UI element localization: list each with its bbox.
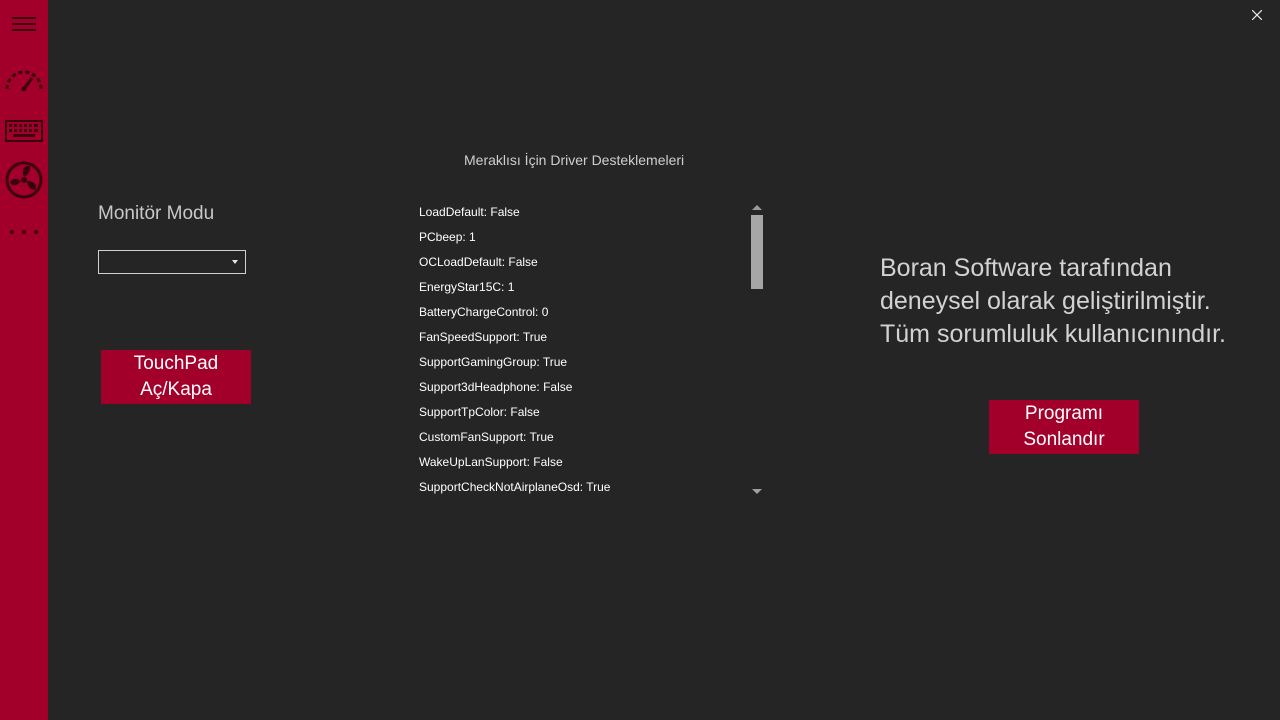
- keyboard-button[interactable]: [0, 111, 48, 151]
- performance-button[interactable]: [0, 60, 48, 100]
- list-item: Support3dHeadphone: False: [419, 380, 573, 394]
- list-item: WakeUpLanSupport: False: [419, 455, 563, 469]
- close-icon: [1252, 10, 1262, 20]
- chevron-down-icon: [232, 260, 238, 264]
- close-button[interactable]: [1248, 6, 1266, 24]
- more-button[interactable]: [0, 212, 48, 252]
- touchpad-button-line1: TouchPad: [133, 353, 219, 374]
- list-item: OCLoadDefault: False: [419, 255, 538, 269]
- list-item: SupportCheckNotAirplaneOsd: True: [419, 480, 611, 494]
- keyboard-icon: [5, 120, 43, 142]
- list-item: CustomFanSupport: True: [419, 430, 554, 444]
- hamburger-menu-icon: [12, 17, 36, 31]
- list-item: FanSpeedSupport: True: [419, 330, 548, 344]
- monitor-mode-label: Monitör Modu: [98, 203, 215, 224]
- app-window: Monitör Modu TouchPad Aç/Kapa Meraklısı …: [0, 0, 1280, 720]
- end-program-button[interactable]: Programı Sonlandır: [989, 400, 1139, 454]
- touchpad-button-line2: Aç/Kapa: [140, 379, 212, 400]
- list-item: LoadDefault: False: [419, 205, 520, 219]
- list-item: SupportTpColor: False: [419, 405, 540, 419]
- touchpad-toggle-button[interactable]: TouchPad Aç/Kapa: [101, 350, 251, 404]
- list-item: PCbeep: 1: [419, 230, 476, 244]
- monitor-mode-dropdown[interactable]: [98, 250, 246, 274]
- disclaimer-text: Boran Software tarafından deneysel olara…: [880, 252, 1226, 351]
- sidebar: [0, 0, 48, 720]
- hamburger-menu-button[interactable]: [0, 4, 48, 44]
- list-item: BatteryChargeControl: 0: [419, 305, 549, 319]
- scrollbar-thumb[interactable]: [751, 215, 763, 289]
- driver-support-title: Meraklısı İçin Driver Desteklemeleri: [464, 152, 685, 168]
- driver-support-list[interactable]: LoadDefault: False PCbeep: 1 OCLoadDefau…: [419, 200, 749, 500]
- speedometer-icon: [5, 70, 43, 91]
- fan-button[interactable]: [0, 160, 48, 200]
- end-button-line1: Programı: [1024, 403, 1104, 424]
- end-button-line2: Sonlandır: [1023, 429, 1105, 450]
- scroll-down-arrow-icon[interactable]: [752, 489, 762, 494]
- list-item: SupportGamingGroup: True: [419, 355, 568, 369]
- fan-icon: [5, 161, 43, 199]
- disclaimer-line2: deneysel olarak geliştirilmiştir.: [880, 287, 1211, 315]
- disclaimer-line3: Tüm sorumluluk kullanıcınındır.: [880, 320, 1226, 348]
- scroll-up-arrow-icon[interactable]: [752, 205, 762, 210]
- list-item: EnergyStar15C: 1: [419, 280, 515, 294]
- more-dots-icon: [10, 230, 38, 234]
- disclaimer-line1: Boran Software tarafından: [880, 254, 1172, 282]
